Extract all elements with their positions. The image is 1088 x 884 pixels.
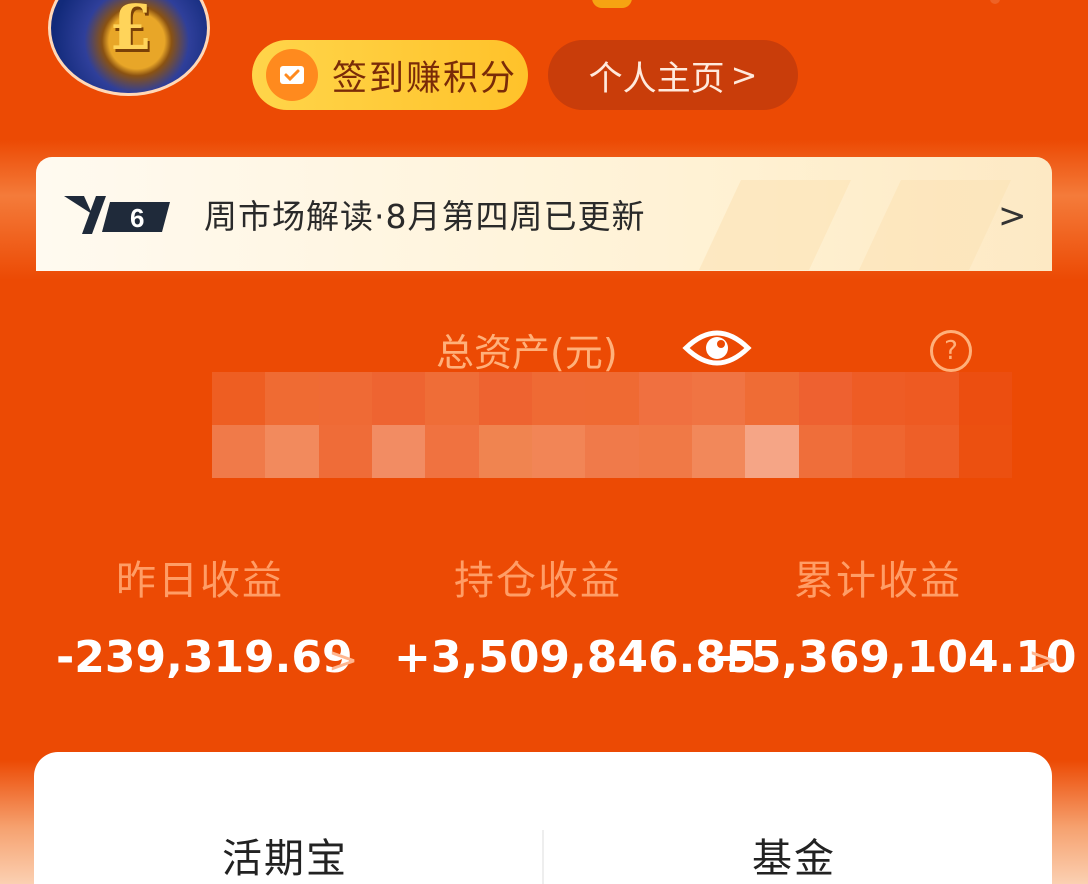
profile-button[interactable]: 个人主页 > [548,40,798,110]
chevron-right-icon: > [730,56,758,94]
chevron-right-icon[interactable]: > [1028,640,1058,681]
holding-earnings-value[interactable]: +3,509,846.85 [394,632,757,683]
v6-badge-icon: 6 [64,196,170,234]
chevron-right-icon[interactable]: > [998,196,1027,236]
banner-text: 周市场解读·8月第四周已更新 [204,197,646,236]
avatar-pound-icon: £ [109,0,153,64]
badge-number: 6 [130,203,144,233]
tab-fund[interactable]: 基金 [752,826,836,884]
tab-divider [542,830,544,884]
total-assets-title: 总资产(元) [436,331,618,375]
holding-earnings-label: 持仓收益 [454,558,622,604]
profile-label: 个人主页 [588,58,725,99]
tab-huoqibao[interactable]: 活期宝 [222,826,348,884]
user-avatar[interactable]: £ [48,0,210,96]
cumulative-earnings-value[interactable]: +5,369,104.10 [714,632,1077,683]
eye-icon[interactable] [682,322,752,374]
checkin-button[interactable]: 签到赚积分 [252,40,528,110]
app-screen: £ 签到赚积分 个人主页 > 6 周市场解读·8月第四周已更新 > 总资产(元)… [0,0,1088,884]
cumulative-earnings-label: 累计收益 [794,558,962,604]
checkin-label: 签到赚积分 [332,58,518,99]
total-assets-value-masked [212,372,1012,478]
question-circle-icon[interactable]: ? [930,330,972,372]
yesterday-earnings-value[interactable]: -239,319.69 [56,632,353,683]
top-dot-icon [990,0,1000,4]
chevron-right-icon[interactable]: > [328,640,358,681]
vip-crown-icon [592,0,632,8]
envelope-check-icon [266,49,318,101]
yesterday-earnings-label: 昨日收益 [116,558,284,604]
